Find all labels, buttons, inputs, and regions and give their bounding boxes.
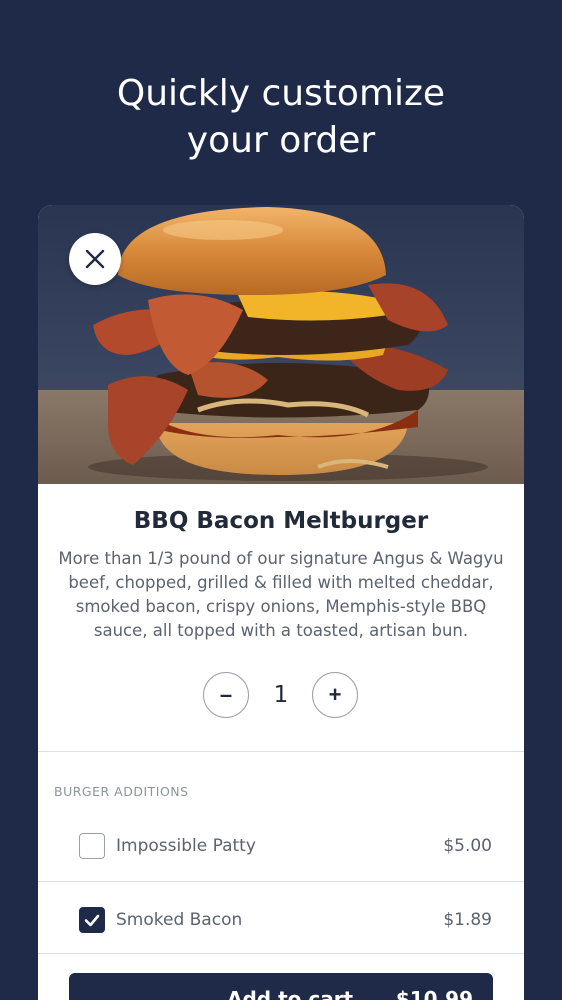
checkbox-unchecked[interactable] — [79, 833, 105, 859]
promo-headline: Quickly customize your order — [0, 70, 562, 164]
divider — [38, 881, 524, 882]
option-name: Smoked Bacon — [116, 910, 243, 930]
quantity-stepper: – 1 + — [38, 672, 524, 722]
headline-line-1: Quickly customize — [116, 73, 446, 114]
checkmark-icon — [84, 914, 100, 927]
divider — [38, 953, 524, 954]
plus-icon: + — [328, 682, 342, 707]
headline-line-2: your order — [186, 120, 376, 161]
quantity-value: 1 — [273, 682, 289, 708]
option-price: $5.00 — [443, 836, 492, 856]
option-price: $1.89 — [443, 910, 492, 930]
product-description: More than 1/3 pound of our signature Ang… — [58, 549, 504, 640]
section-label-burger-additions: BURGER ADDITIONS — [54, 784, 189, 799]
close-button[interactable] — [69, 233, 121, 285]
add-to-cart-button[interactable]: Add to cart $10.99 — [69, 973, 493, 1000]
decrease-quantity-button[interactable]: – — [203, 672, 249, 718]
option-smoked-bacon[interactable]: Smoked Bacon $1.89 — [38, 891, 524, 947]
product-title: BBQ Bacon Meltburger — [133, 508, 429, 534]
cart-total-price: $10.99 — [395, 987, 473, 1000]
close-icon — [85, 249, 105, 269]
product-image — [38, 205, 524, 484]
add-to-cart-label: Add to cart — [227, 987, 354, 1000]
product-card: BBQ Bacon Meltburger More than 1/3 pound… — [38, 205, 524, 1000]
divider — [38, 751, 524, 752]
option-impossible-patty[interactable]: Impossible Patty $5.00 — [38, 817, 524, 873]
increase-quantity-button[interactable]: + — [312, 672, 358, 718]
minus-icon: – — [219, 682, 233, 707]
checkbox-checked[interactable] — [79, 907, 105, 933]
option-name: Impossible Patty — [116, 836, 256, 856]
app-screen: Quickly customize your order BBQ Bacon M… — [0, 0, 562, 1000]
